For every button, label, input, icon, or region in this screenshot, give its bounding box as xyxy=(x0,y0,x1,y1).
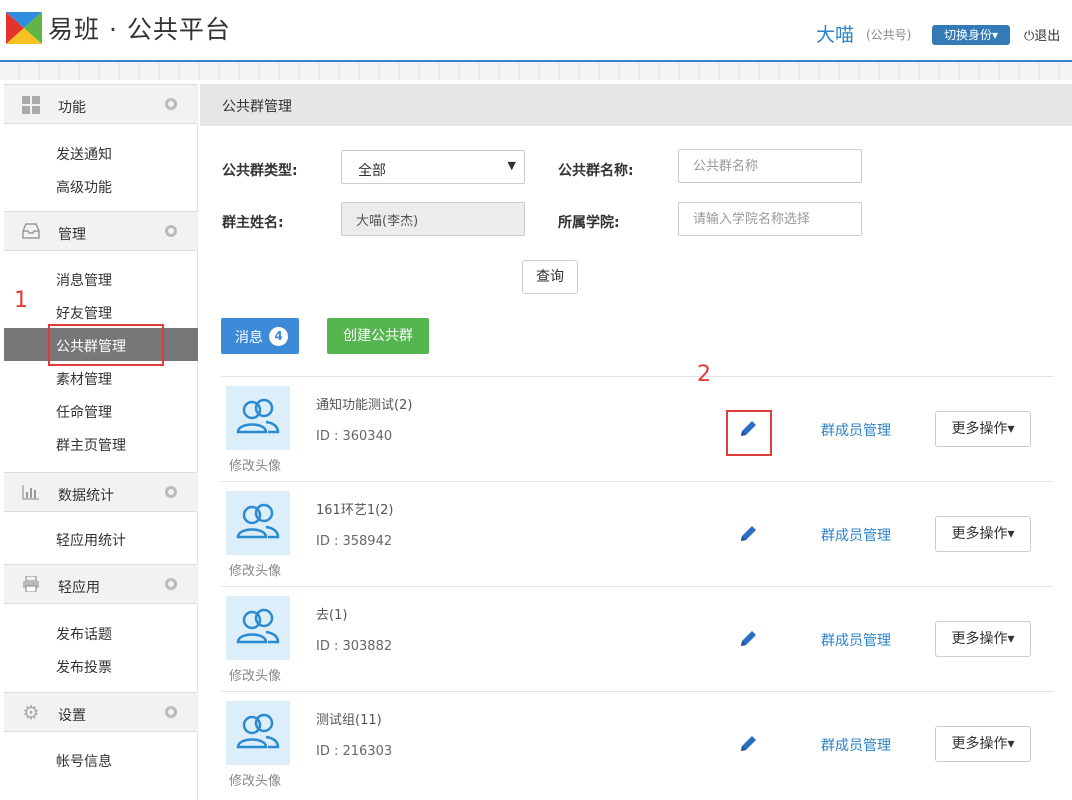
pencil-edit-icon[interactable] xyxy=(738,629,758,649)
sidebar-item-app-statistics[interactable]: 轻应用统计 xyxy=(4,522,198,555)
more-actions-button[interactable]: 更多操作▾ xyxy=(935,621,1031,657)
group-type-label: 公共群类型: xyxy=(222,163,298,179)
group-row: 修改头像 去(1) ID : 303882 群成员管理 更多操作▾ xyxy=(221,586,1053,691)
grid-icon xyxy=(22,96,40,114)
owner-name-field xyxy=(341,202,525,236)
user-name[interactable]: 大喵 xyxy=(816,20,854,47)
group-id: ID : 360340 xyxy=(316,429,393,444)
group-name: 通知功能测试(2) xyxy=(316,398,413,413)
collapse-icon[interactable] xyxy=(165,486,177,498)
group-id: ID : 358942 xyxy=(316,534,393,549)
power-icon: ⏻ xyxy=(1024,29,1035,44)
group-row: 修改头像 测试组(11) ID : 216303 群成员管理 更多操作▾ xyxy=(221,691,1053,796)
yiban-logo-icon[interactable] xyxy=(4,8,44,48)
collapse-icon[interactable] xyxy=(165,578,177,590)
main-content: 公共群管理 公共群类型: 全部 ▼ 公共群名称: 群主姓名: 所属学院: 查询 … xyxy=(200,84,1072,800)
bar-chart-icon xyxy=(22,484,40,502)
message-button[interactable]: 消息 4 xyxy=(221,318,299,354)
collapse-icon[interactable] xyxy=(165,706,177,718)
sidebar-item-message-manage[interactable]: 消息管理 xyxy=(4,262,198,295)
top-header: 易班 · 公共平台 大喵 (公共号) 切换身份▾ ⏻退出 xyxy=(0,0,1072,80)
message-count-badge: 4 xyxy=(269,327,288,346)
sidebar-item-post-vote[interactable]: 发布投票 xyxy=(4,649,198,682)
pencil-edit-icon[interactable] xyxy=(738,524,758,544)
sidebar-item-appoint-manage[interactable]: 任命管理 xyxy=(4,394,198,427)
group-avatar[interactable] xyxy=(226,596,290,660)
sidebar-item-post-topic[interactable]: 发布话题 xyxy=(4,616,198,649)
more-actions-button[interactable]: 更多操作▾ xyxy=(935,411,1031,447)
logout-button[interactable]: ⏻退出 xyxy=(1024,25,1060,44)
group-users-icon xyxy=(236,503,280,539)
college-label: 所属学院: xyxy=(558,215,620,231)
sidebar-section-manage[interactable]: 管理 xyxy=(4,211,198,251)
group-name: 161环艺1(2) xyxy=(316,503,394,518)
logout-label: 退出 xyxy=(1034,29,1061,44)
group-id: ID : 216303 xyxy=(316,744,393,759)
sidebar-item-owner-page-manage[interactable]: 群主页管理 xyxy=(4,427,198,460)
owner-name-label: 群主姓名: xyxy=(222,215,284,231)
sidebar-section-light-app[interactable]: 轻应用 xyxy=(4,564,198,604)
sidebar-section-label: 轻应用 xyxy=(58,580,100,596)
inbox-icon xyxy=(22,223,40,241)
sidebar-section-settings[interactable]: ⚙ 设置 xyxy=(4,692,198,732)
sidebar-section-label: 功能 xyxy=(58,100,86,116)
collapse-icon[interactable] xyxy=(165,98,177,110)
gear-icon: ⚙ xyxy=(22,702,40,724)
group-name-label: 公共群名称: xyxy=(558,163,634,179)
sidebar-item-account-info[interactable]: 帐号信息 xyxy=(4,743,198,776)
more-actions-button[interactable]: 更多操作▾ xyxy=(935,726,1031,762)
pencil-edit-icon[interactable] xyxy=(738,734,758,754)
sidebar-section-label: 设置 xyxy=(58,708,86,724)
annotation-box-1 xyxy=(48,324,164,366)
message-button-label: 消息 xyxy=(235,330,263,346)
caret-down-icon: ▼ xyxy=(507,159,516,172)
change-avatar-link[interactable]: 修改头像 xyxy=(229,560,281,579)
page-title: 公共群管理 xyxy=(222,99,292,115)
sidebar-section-functions[interactable]: 功能 xyxy=(4,84,198,124)
header-divider xyxy=(0,60,1072,80)
college-input[interactable] xyxy=(678,202,862,236)
group-avatar[interactable] xyxy=(226,701,290,765)
sidebar-section-label: 管理 xyxy=(58,227,86,243)
change-avatar-link[interactable]: 修改头像 xyxy=(229,665,281,684)
group-members-link[interactable]: 群成员管理 xyxy=(821,420,891,440)
group-row: 修改头像 161环艺1(2) ID : 358942 群成员管理 更多操作▾ xyxy=(221,481,1053,586)
group-id: ID : 303882 xyxy=(316,639,393,654)
group-users-icon xyxy=(236,398,280,434)
breadcrumb: 公共群管理 xyxy=(200,84,1072,126)
group-members-link[interactable]: 群成员管理 xyxy=(821,630,891,650)
query-button[interactable]: 查询 xyxy=(522,260,578,294)
group-name: 去(1) xyxy=(316,608,348,623)
platform-title: 易班 · 公共平台 xyxy=(48,15,231,44)
sidebar-section-label: 数据统计 xyxy=(58,488,114,504)
annotation-box-2 xyxy=(726,410,772,456)
sidebar-item-advanced[interactable]: 高级功能 xyxy=(4,169,198,202)
group-avatar[interactable] xyxy=(226,491,290,555)
user-role: (公共号) xyxy=(866,28,912,42)
printer-icon xyxy=(22,575,40,594)
more-actions-button[interactable]: 更多操作▾ xyxy=(935,516,1031,552)
group-name: 测试组(11) xyxy=(316,713,382,728)
annotation-step-2: 2 xyxy=(697,362,711,387)
group-name-input[interactable] xyxy=(678,149,862,183)
change-avatar-link[interactable]: 修改头像 xyxy=(229,455,281,474)
group-members-link[interactable]: 群成员管理 xyxy=(821,735,891,755)
collapse-icon[interactable] xyxy=(165,225,177,237)
group-members-link[interactable]: 群成员管理 xyxy=(821,525,891,545)
create-group-button[interactable]: 创建公共群 xyxy=(327,318,429,354)
group-type-select[interactable]: 全部 ▼ xyxy=(341,150,525,184)
group-users-icon xyxy=(236,713,280,749)
switch-identity-button[interactable]: 切换身份▾ xyxy=(932,25,1010,45)
change-avatar-link[interactable]: 修改头像 xyxy=(229,770,281,789)
group-type-value: 全部 xyxy=(358,163,386,179)
sidebar-section-statistics[interactable]: 数据统计 xyxy=(4,472,198,512)
group-avatar[interactable] xyxy=(226,386,290,450)
annotation-step-1: 1 xyxy=(14,288,28,313)
group-users-icon xyxy=(236,608,280,644)
group-row: 修改头像 通知功能测试(2) ID : 360340 群成员管理 更多操作▾ xyxy=(221,376,1053,481)
sidebar: 功能 发送通知 高级功能 管理 消息管理 好友管理 公共群管理 素材管理 任命管… xyxy=(4,84,198,800)
sidebar-item-send-notice[interactable]: 发送通知 xyxy=(4,136,198,169)
